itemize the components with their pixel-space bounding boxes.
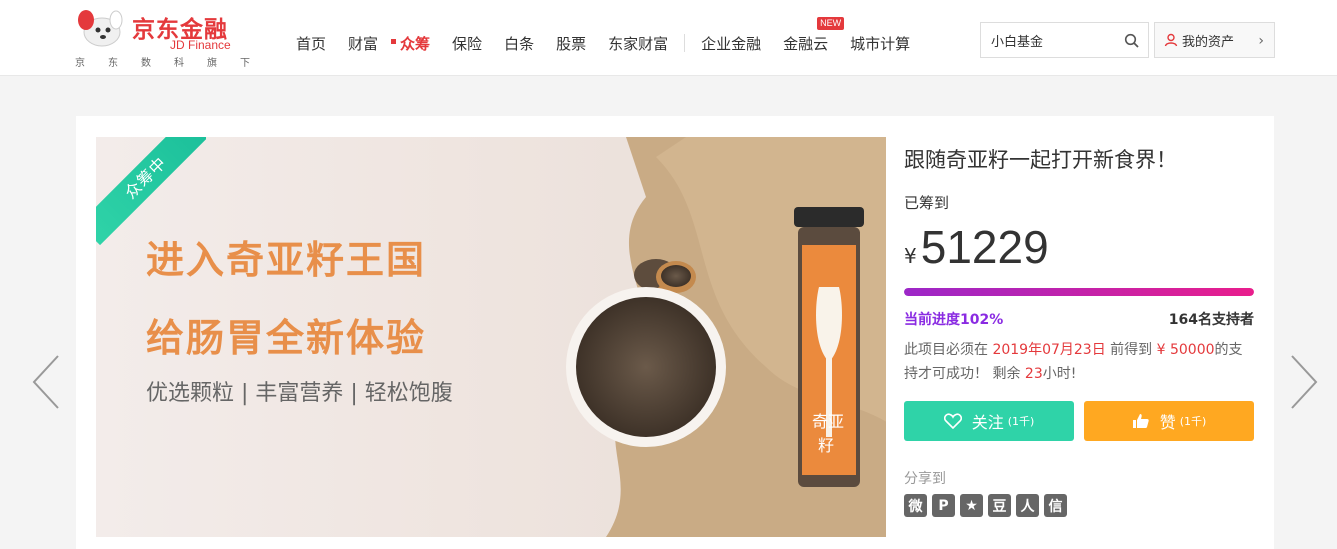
nav-item-baitiao[interactable]: 白条 (504, 33, 534, 54)
like-label: 赞 (1159, 413, 1176, 432)
banner-tagline: 优选颗粒 | 丰富营养 | 轻松饱腹 (146, 381, 453, 406)
banner-headline-2: 给肠胃全新体验 (146, 316, 427, 360)
jd-finance-logo[interactable]: 京东金融 JD Finance 京东数科旗下 (72, 6, 262, 70)
currency-symbol: ¥ (904, 244, 917, 268)
renren-icon[interactable]: 人 (1016, 494, 1039, 517)
nav-item-finance-cloud[interactable]: 金融云 NEW (783, 16, 845, 54)
nav-item-finance-cloud-label: 金融云 (783, 34, 829, 53)
logo-english-text: JD Finance (170, 38, 231, 52)
heart-icon (943, 413, 962, 429)
target-amount: ¥ 50000 (1156, 342, 1215, 358)
nav-item-crowdfunding[interactable]: 众筹 (391, 33, 430, 54)
nav-item-wealth[interactable]: 财富 (348, 33, 378, 54)
project-title: 跟随奇亚籽一起打开新食界！ (904, 148, 1177, 172)
carousel-prev-arrow-icon[interactable] (28, 352, 64, 412)
search-box (980, 22, 1149, 58)
raised-amount-value: 51229 (920, 221, 1049, 273)
nav-item-enterprise-finance[interactable]: 企业金融 (701, 33, 761, 54)
progress-bar (904, 288, 1254, 296)
user-icon (1164, 33, 1178, 47)
share-label: 分享到 (904, 471, 946, 487)
tencent-weibo-icon[interactable]: P (932, 494, 955, 517)
follow-button[interactable]: 关注 (1千) (904, 401, 1074, 441)
product-photo: 奇亚 籽 (566, 137, 886, 537)
weibo-icon[interactable]: 微 (904, 494, 927, 517)
project-card: 奇亚 籽 众筹中 进入奇亚籽王国 给肠胃全新体验 优选颗粒 | 丰富营养 | 轻… (76, 116, 1274, 549)
banner-headline-1: 进入奇亚籽王国 (146, 238, 427, 282)
logo-subtitle: 京东数科旗下 (75, 58, 273, 69)
like-count: (1千) (1179, 415, 1207, 428)
follow-count: (1千) (1007, 415, 1035, 428)
nav-divider (684, 34, 686, 52)
main-nav: 首页 财富 众筹 保险 白条 股票 东家财富 企业金融 金融云 NEW 城市计算 (296, 16, 932, 56)
note-mid: 前得到 (1110, 342, 1153, 358)
my-assets-label: 我的资产 (1182, 34, 1235, 50)
product-jar-label-2: 籽 (818, 436, 834, 455)
chevron-right-icon: › (1258, 33, 1264, 49)
top-header: 京东金融 JD Finance 京东数科旗下 首页 财富 众筹 保险 白条 股票… (0, 0, 1337, 76)
jd-dog-mascot-icon (78, 10, 123, 47)
carousel-next-arrow-icon[interactable] (1286, 352, 1322, 412)
raised-label: 已筹到 (904, 194, 950, 212)
funding-note: 此项目必须在 2019年07月23日 前得到 ¥ 50000的支持才可成功！ 剩… (904, 338, 1254, 386)
nav-item-insurance[interactable]: 保险 (452, 33, 482, 54)
share-icons: 微 P ★ 豆 人 信 (904, 494, 1072, 517)
search-icon[interactable] (1124, 33, 1140, 49)
progress-text: 当前进度102% (904, 312, 1004, 328)
thumbs-up-icon (1132, 414, 1149, 428)
remaining-unit: 小时! (1042, 366, 1077, 382)
raised-amount: ¥ 51229 (904, 220, 1049, 274)
remaining-hours: 23 (1024, 366, 1043, 382)
qzone-icon[interactable]: ★ (960, 494, 983, 517)
deadline-date: 2019年07月23日 (992, 342, 1106, 358)
search-input[interactable] (991, 31, 1121, 49)
note-prefix: 此项目必须在 (904, 342, 988, 358)
nav-item-city-computing[interactable]: 城市计算 (850, 33, 910, 54)
like-button[interactable]: 赞 (1千) (1084, 401, 1254, 441)
project-banner-image[interactable]: 奇亚 籽 众筹中 进入奇亚籽王国 给肠胃全新体验 优选颗粒 | 丰富营养 | 轻… (96, 137, 886, 537)
new-badge: NEW (817, 16, 845, 30)
product-jar-label: 奇亚 (812, 412, 844, 431)
douban-icon[interactable]: 豆 (988, 494, 1011, 517)
my-assets-button[interactable]: 我的资产 › (1154, 22, 1275, 58)
nav-item-stocks[interactable]: 股票 (556, 33, 586, 54)
wechat-icon[interactable]: 信 (1044, 494, 1067, 517)
nav-item-dongjia-wealth[interactable]: 东家财富 (608, 33, 668, 54)
supporters-count: 164名支持者 (1168, 312, 1254, 328)
project-info-panel: 跟随奇亚籽一起打开新食界！ 已筹到 ¥ 51229 当前进度102% 164名支… (904, 116, 1254, 549)
follow-label: 关注 (971, 413, 1004, 432)
nav-item-home[interactable]: 首页 (296, 33, 326, 54)
progress-bar-fill (904, 288, 1254, 296)
